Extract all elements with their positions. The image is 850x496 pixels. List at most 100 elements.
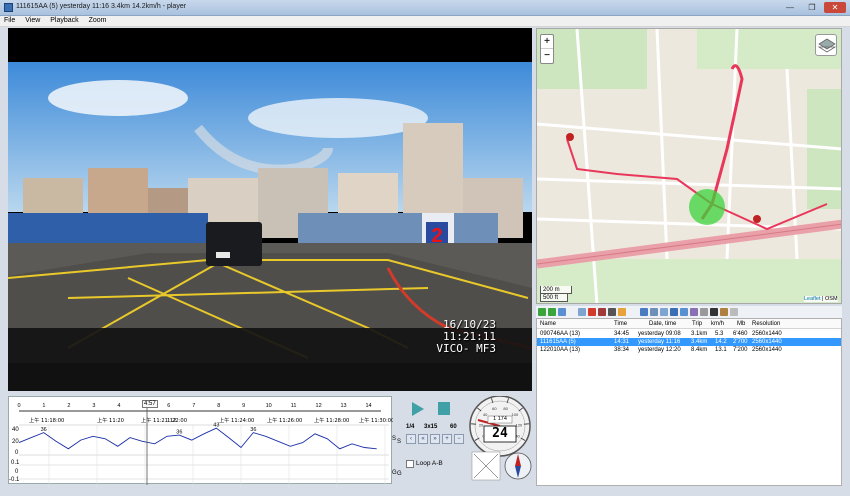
list-row[interactable]: 090746AA (13) 34:45 yesterday 09:08 3.1k… — [537, 330, 841, 338]
clock-label: 上午 11:30:00 — [359, 416, 393, 424]
zoom-out-icon[interactable]: − — [454, 434, 464, 444]
g-axis-zero: 0 — [15, 469, 19, 475]
odometer-readout: 1 174 — [493, 416, 507, 422]
minimize-button[interactable]: — — [780, 2, 800, 13]
clock-label: 上午 11:20 — [97, 416, 124, 424]
add-icon[interactable] — [538, 308, 546, 316]
loop-label: Loop A-B — [416, 460, 443, 467]
layers-icon[interactable] — [815, 34, 837, 56]
timeline-tick-label: 7 — [192, 403, 195, 409]
maximize-button[interactable]: ❐ — [802, 2, 822, 13]
prev-icon[interactable]: « — [418, 434, 428, 444]
fps-label[interactable]: 3x15 — [424, 424, 437, 430]
zoom-out-button[interactable]: − — [541, 49, 553, 63]
video-view[interactable]: 2 16/10/23 11:21:11 VICO- MF3 — [8, 28, 532, 391]
speed-icon[interactable] — [690, 308, 698, 316]
col-speed[interactable]: km/h — [711, 321, 724, 327]
folder-icon[interactable] — [720, 308, 728, 316]
loop-checkbox[interactable] — [406, 460, 414, 468]
speed-graph-label: S — [392, 436, 397, 442]
timeline-tick-label: 1 — [42, 403, 45, 409]
timeline-tick-label: 8 — [217, 403, 220, 409]
map-view[interactable] — [536, 28, 842, 304]
map-attribution: Leaflet | OSM — [804, 296, 838, 302]
timeline-tick-label: 12 — [316, 403, 322, 409]
prev-frame-icon[interactable]: ‹ — [406, 434, 416, 444]
close-button[interactable]: ✕ — [824, 2, 846, 13]
list-toolbar — [536, 306, 842, 318]
remove-icon[interactable] — [548, 308, 556, 316]
cut-icon[interactable] — [598, 308, 606, 316]
speed-peak-label: 36 — [176, 430, 182, 436]
gauge-tick-label: 120 — [516, 423, 523, 428]
col-trip[interactable]: Trip — [692, 321, 702, 327]
save-icon[interactable] — [608, 308, 616, 316]
export-icon[interactable] — [618, 308, 626, 316]
earth-icon[interactable] — [670, 308, 678, 316]
timeline-tick-label: 2 — [67, 403, 70, 409]
position-marker — [689, 189, 725, 225]
play-icon[interactable] — [412, 402, 424, 416]
timeline-tick-label: 6 — [167, 403, 170, 409]
clock-label: 上午 11:18:00 — [29, 416, 64, 424]
speed-peak-label: 36 — [250, 427, 256, 433]
gps-icon[interactable] — [660, 308, 668, 316]
settings-icon[interactable] — [730, 308, 738, 316]
clock-label: 1:22:00 — [167, 418, 187, 424]
copy-icon[interactable] — [578, 308, 586, 316]
clock-label: 上午 11:26:00 — [267, 416, 302, 424]
zoom-in-button[interactable]: + — [541, 35, 553, 49]
stop-icon[interactable] — [438, 402, 450, 415]
fps2-label[interactable]: 60 — [450, 424, 457, 430]
camera-icon[interactable] — [710, 308, 718, 316]
list-header: Name Time Date, time Trip km/h Mb Resolu… — [537, 319, 841, 329]
timeline-tick-label: 0 — [17, 403, 20, 409]
timeline-tick-label: 11 — [291, 403, 297, 409]
osd-brand: VICO- MF3 — [436, 342, 496, 355]
title-bar: 111615AA (5) yesterday 11:16 3.4km 14.2k… — [0, 0, 850, 16]
col-resolution[interactable]: Resolution — [752, 321, 780, 327]
speed-peak-label: 43 — [213, 423, 219, 429]
zoom-icon[interactable] — [680, 308, 688, 316]
video-icon[interactable] — [640, 308, 648, 316]
speed-readout: 24 — [492, 426, 508, 441]
timeline-panel[interactable]: 01234567891011121314 上午 11:18:00上午 11:20… — [8, 396, 402, 485]
scale-imperial: 500 ft — [540, 294, 568, 302]
app-icon — [4, 3, 13, 12]
menu-playback[interactable]: Playback — [46, 16, 82, 24]
next-icon[interactable]: » — [430, 434, 440, 444]
timeline-tick-label: 3 — [92, 403, 95, 409]
g-graph-label: G — [392, 470, 397, 476]
col-time[interactable]: Time — [614, 321, 627, 327]
playback-controls: 1/4 3x15 60 ‹ « » + − Loop A-B — [398, 396, 464, 484]
speedometer: 020406080100120140 24 1 174 — [464, 395, 536, 484]
col-mb[interactable]: Mb — [737, 321, 745, 327]
menu-zoom[interactable]: Zoom — [85, 16, 111, 24]
map-zoom-control: + − — [540, 34, 554, 64]
scale-metric: 200 m — [540, 286, 572, 294]
delete-icon[interactable] — [588, 308, 596, 316]
map-icon[interactable] — [650, 308, 658, 316]
speed-peak-label: 36 — [41, 427, 47, 433]
g-axis-top: 0.1 — [11, 460, 20, 466]
timeline-tick-label: 14 — [365, 403, 371, 409]
list-row-selected[interactable]: 111615AA (5) 14:31 yesterday 11:16 3.4km… — [537, 338, 841, 346]
list-row[interactable]: 122010AA (13) 38:34 yesterday 12:20 8.4k… — [537, 346, 841, 354]
col-datetime[interactable]: Date, time — [649, 321, 676, 327]
speed-axis-top: 40 — [12, 427, 19, 433]
leaflet-link[interactable]: Leaflet — [804, 296, 821, 302]
menu-file[interactable]: File — [0, 16, 19, 24]
col-name[interactable]: Name — [540, 321, 556, 327]
refresh-icon[interactable] — [558, 308, 566, 316]
menu-view[interactable]: View — [21, 16, 44, 24]
info-icon[interactable] — [700, 308, 708, 316]
speed-axis-mid: 20 — [12, 439, 19, 445]
osm-link[interactable]: OSM — [825, 296, 838, 302]
zoom-in-icon[interactable]: + — [442, 434, 452, 444]
timeline-tick-label: 10 — [266, 403, 272, 409]
clock-label: 上午 11:28:00 — [314, 416, 349, 424]
rate-label[interactable]: 1/4 — [406, 424, 414, 430]
timeline-tick-label: 13 — [340, 403, 346, 409]
timeline-tick-label: 9 — [242, 403, 245, 409]
clock-label: 上午 11:24:00 — [219, 416, 254, 424]
